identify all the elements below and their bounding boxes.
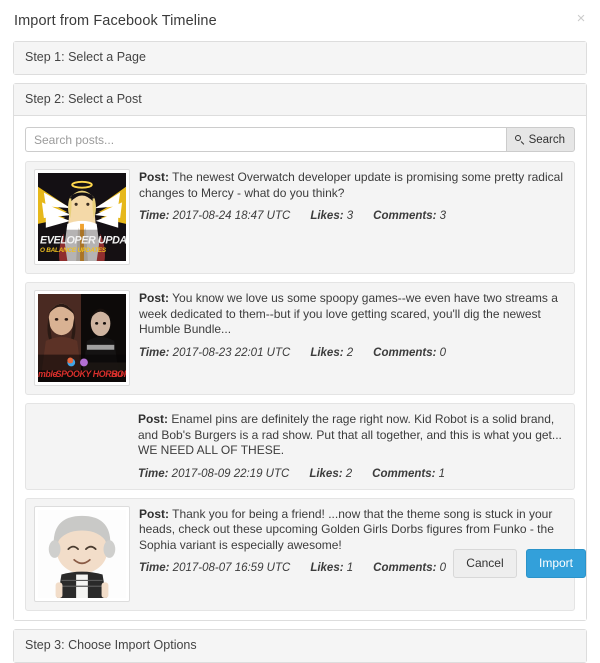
search-row: Search: [25, 127, 575, 152]
post-message: The newest Overwatch developer update is…: [139, 170, 563, 200]
accordion-title-step-3: Step 3: Choose Import Options: [25, 637, 197, 652]
modal-footer: Cancel Import: [0, 536, 600, 594]
post-time: Time: 2017-08-23 22:01 UTC: [139, 346, 290, 360]
accordion-header-step-3[interactable]: Step 3: Choose Import Options: [14, 629, 586, 662]
post-likes: Likes: 2: [309, 467, 352, 481]
comments-label: Comments:: [373, 210, 437, 222]
post-label: Post:: [139, 170, 169, 184]
post-thumbnail: mble SPOOKY HORROR Bu: [34, 290, 130, 386]
likes-value: 2: [346, 346, 354, 359]
svg-text:Bu: Bu: [111, 369, 123, 379]
modal-header: Import from Facebook Timeline ×: [0, 0, 600, 41]
post-message: Enamel pins are definitely the rage righ…: [138, 412, 562, 457]
likes-value: 2: [345, 467, 353, 480]
comments-value: 0: [439, 346, 447, 359]
search-input[interactable]: [25, 127, 506, 152]
close-icon[interactable]: ×: [573, 10, 589, 26]
page-title: Import from Facebook Timeline: [14, 13, 217, 29]
list-item[interactable]: Post: Enamel pins are definitely the rag…: [25, 403, 575, 490]
post-body: Post: The newest Overwatch developer upd…: [139, 169, 566, 223]
svg-text:EVELOPER UPDATE: EVELOPER UPDATE: [40, 234, 126, 246]
post-comments: Comments: 3: [373, 209, 446, 223]
accordion-panel-step-1: Step 1: Select a Page: [13, 41, 587, 75]
overwatch-mercy-thumbnail-art: EVELOPER UPDATE O BALANCE UPDATES: [38, 173, 126, 261]
import-modal: Import from Facebook Timeline × Step 1: …: [0, 0, 600, 663]
post-thumbnail: EVELOPER UPDATE O BALANCE UPDATES: [34, 169, 130, 265]
humble-spooky-horror-bundle-thumbnail-art: mble SPOOKY HORROR Bu: [38, 294, 126, 382]
post-label: Post:: [139, 291, 169, 305]
likes-label: Likes:: [310, 346, 344, 359]
list-item[interactable]: mble SPOOKY HORROR Bu Post: You know we …: [25, 282, 575, 395]
cancel-button[interactable]: Cancel: [453, 549, 517, 578]
list-item[interactable]: EVELOPER UPDATE O BALANCE UPDATES Post: …: [25, 161, 575, 274]
post-body: Post: Enamel pins are definitely the rag…: [138, 411, 566, 481]
accordion-panel-step-3: Step 3: Choose Import Options: [13, 628, 587, 663]
likes-label: Likes:: [309, 467, 343, 480]
post-comments: Comments: 1: [372, 467, 445, 481]
time-value: 2017-08-09 22:19 UTC: [171, 467, 290, 480]
post-message: You know we love us some spoopy games--w…: [139, 291, 558, 336]
time-label: Time:: [139, 210, 170, 222]
search-button[interactable]: Search: [505, 127, 575, 152]
post-meta: Time: 2017-08-24 18:47 UTC Likes: 3 Comm…: [139, 209, 566, 223]
post-time: Time: 2017-08-24 18:47 UTC: [139, 209, 290, 223]
post-time: Time: 2017-08-09 22:19 UTC: [138, 467, 289, 481]
accordion-title-step-1: Step 1: Select a Page: [25, 50, 146, 64]
post-meta: Time: 2017-08-09 22:19 UTC Likes: 2 Comm…: [138, 467, 566, 481]
likes-value: 3: [346, 210, 354, 222]
time-label: Time:: [139, 346, 170, 359]
search-icon: [514, 134, 525, 145]
accordion-header-step-1[interactable]: Step 1: Select a Page: [14, 42, 586, 74]
post-comments: Comments: 0: [373, 346, 446, 360]
post-label: Post:: [139, 506, 169, 521]
post-label: Post:: [138, 412, 168, 426]
likes-label: Likes:: [310, 210, 344, 222]
comments-label: Comments:: [373, 346, 437, 359]
svg-text:O BALANCE UPDATES: O BALANCE UPDATES: [40, 247, 107, 254]
comments-value: 3: [439, 210, 447, 222]
comments-label: Comments:: [372, 467, 436, 480]
time-value: 2017-08-23 22:01 UTC: [172, 346, 291, 359]
post-likes: Likes: 2: [310, 346, 353, 360]
post-text-line: Post: You know we love us some spoopy ga…: [139, 291, 566, 338]
svg-text:mble: mble: [38, 369, 57, 379]
time-label: Time:: [138, 467, 169, 480]
post-text-line: Post: Enamel pins are definitely the rag…: [138, 412, 566, 459]
post-text-line: Post: The newest Overwatch developer upd…: [139, 170, 566, 201]
comments-value: 1: [438, 467, 446, 480]
post-likes: Likes: 3: [310, 209, 353, 223]
search-button-label: Search: [528, 133, 565, 146]
time-value: 2017-08-24 18:47 UTC: [172, 210, 291, 222]
post-meta: Time: 2017-08-23 22:01 UTC Likes: 2 Comm…: [139, 346, 566, 360]
post-body: Post: You know we love us some spoopy ga…: [139, 290, 566, 360]
import-button[interactable]: Import: [525, 549, 586, 578]
accordion-title-step-2: Step 2: Select a Post: [25, 92, 142, 106]
accordion-header-step-2[interactable]: Step 2: Select a Post: [14, 84, 586, 116]
